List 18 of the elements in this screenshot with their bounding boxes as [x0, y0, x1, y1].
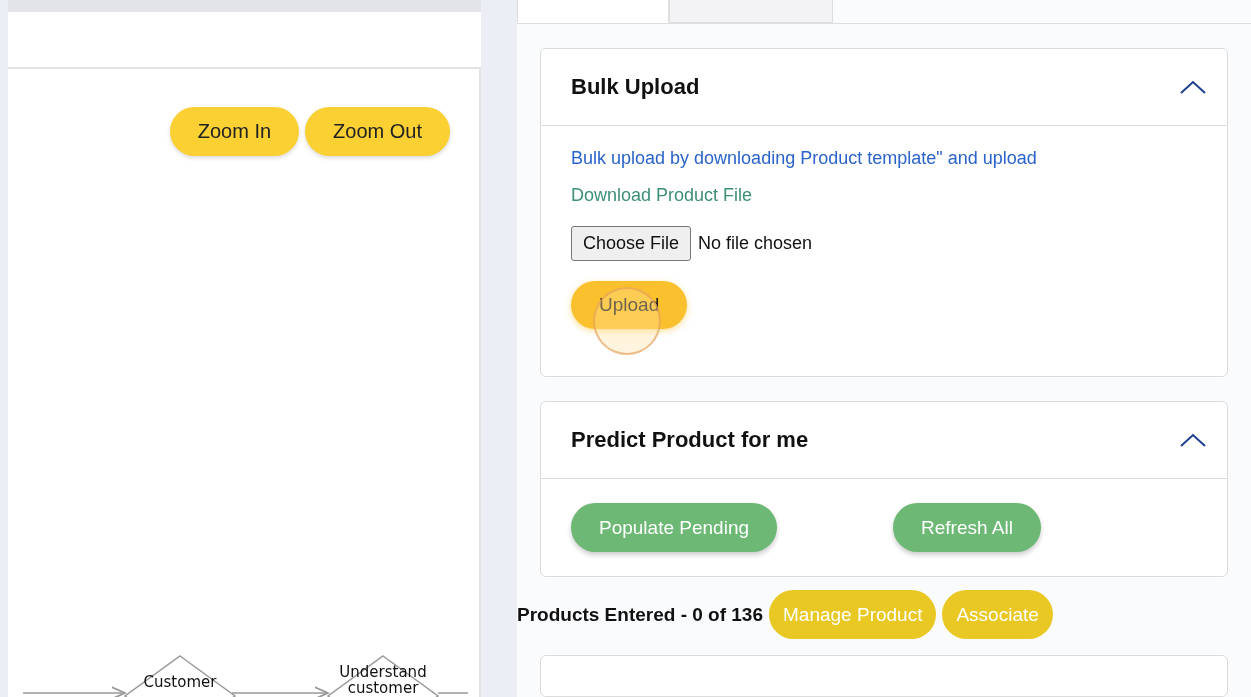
file-status: No file chosen [698, 233, 813, 254]
products-count: Products Entered - 0 of 136 [517, 603, 763, 626]
node-label: customer [347, 679, 419, 697]
zoom-out-button[interactable]: Zoom Out [305, 107, 450, 156]
populate-button[interactable]: Populate Pending [571, 503, 777, 552]
node-label: Understand [339, 663, 427, 681]
node-label: Customer [143, 673, 217, 691]
instruction-link[interactable]: Bulk upload by downloading Product template" and upload [571, 148, 1037, 169]
section-title: Bulk Upload [571, 74, 700, 100]
connector-line [437, 692, 469, 694]
download-link[interactable]: Download Product File [571, 185, 753, 206]
refresh-button[interactable]: Refresh All [893, 503, 1041, 552]
choose-file-button[interactable]: Choose File [571, 226, 692, 261]
zoom-in-button[interactable]: Zoom In [169, 107, 300, 156]
upload-button[interactable]: Upload [571, 281, 688, 329]
chevron-up-icon[interactable] [1179, 79, 1207, 95]
section-title: Predict Product for me [571, 427, 809, 453]
chevron-up-icon[interactable] [1179, 432, 1207, 448]
